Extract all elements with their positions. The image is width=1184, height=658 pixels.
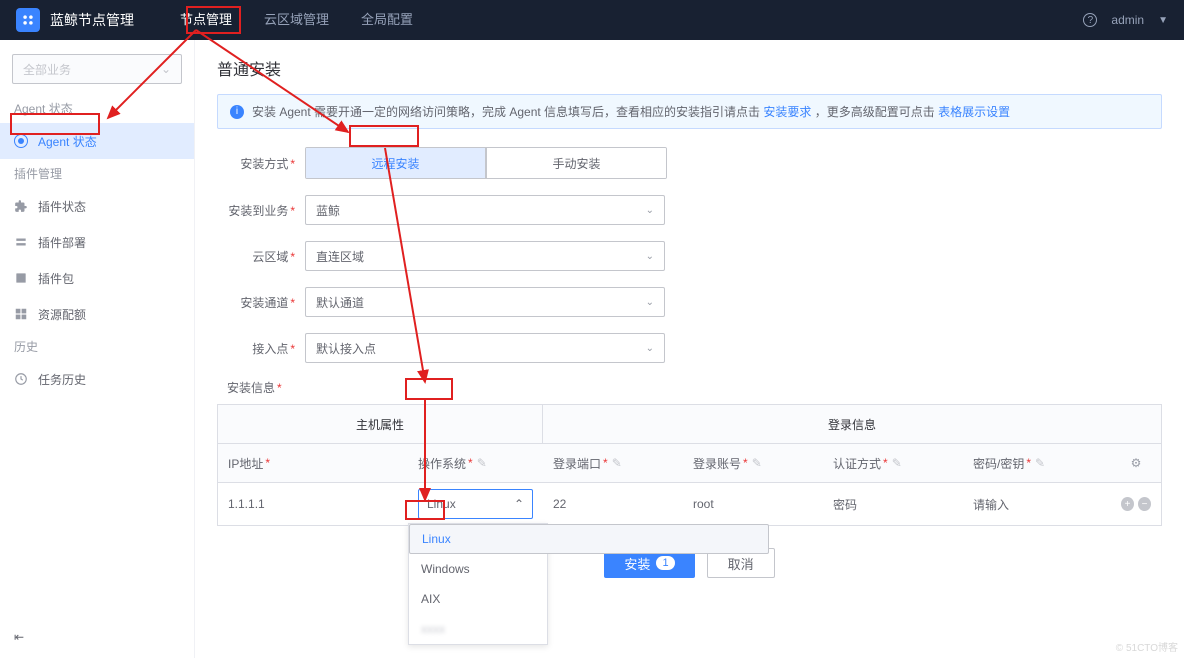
sidebar-item-task-history[interactable]: 任务历史	[0, 361, 194, 397]
puzzle-icon	[14, 199, 28, 213]
user-area: ? admin ▼	[1083, 13, 1168, 27]
os-option-hidden[interactable]: xxxx	[409, 614, 547, 644]
col-os: 操作系统*✎	[408, 444, 543, 482]
cell-auth[interactable]: 密码	[823, 483, 963, 525]
remove-row-icon[interactable]: −	[1138, 497, 1151, 511]
info-icon: i	[230, 105, 244, 119]
col-auth: 认证方式*✎	[823, 444, 963, 482]
gear-icon: ⚙	[1131, 456, 1142, 470]
chevron-down-icon: ⌄	[646, 251, 654, 262]
label-ap: 接入点*	[217, 340, 295, 357]
sidebar-item-label: 任务历史	[38, 371, 86, 388]
app-title: 蓝鲸节点管理	[50, 10, 134, 30]
bulk-edit-icon[interactable]: ✎	[892, 456, 902, 470]
col-settings[interactable]: ⚙	[1111, 444, 1161, 482]
select-ap[interactable]: 默认接入点⌄	[305, 333, 665, 363]
top-nav: 蓝鲸节点管理 节点管理 云区域管理 全局配置 ? admin ▼	[0, 0, 1184, 40]
sidebar-group-plugin: 插件管理	[0, 159, 194, 188]
chevron-up-icon: ⌃	[514, 497, 524, 511]
nav-node-mgmt[interactable]: 节点管理	[164, 0, 248, 40]
os-option-aix[interactable]: AIX	[409, 584, 547, 614]
page-title: 普通安装	[217, 56, 1162, 80]
bulk-edit-icon[interactable]: ✎	[477, 456, 487, 470]
sidebar-item-label: Agent 状态	[38, 133, 97, 150]
sidebar-item-plugin-status[interactable]: 插件状态	[0, 188, 194, 224]
sidebar-item-plugin-package[interactable]: 插件包	[0, 260, 194, 296]
cell-ip[interactable]: 1.1.1.1	[218, 483, 408, 525]
cell-acct[interactable]: root	[683, 483, 823, 525]
sidebar-item-label: 资源配额	[38, 306, 86, 323]
cell-port[interactable]: 22	[543, 483, 683, 525]
sidebar-item-resource-quota[interactable]: 资源配额	[0, 296, 194, 332]
sidebar-group-history: 历史	[0, 332, 194, 361]
sidebar-item-label: 插件部署	[38, 234, 86, 251]
cell-pwd[interactable]: 请输入	[963, 483, 1111, 525]
label-install-info: 安装信息*	[227, 379, 1162, 396]
user-name[interactable]: admin	[1111, 13, 1144, 27]
chevron-down-icon: ⌄	[646, 343, 654, 354]
select-channel[interactable]: 默认通道⌄	[305, 287, 665, 317]
col-group-host: 主机属性	[218, 405, 543, 443]
quota-icon	[14, 307, 28, 321]
os-option-windows[interactable]: Windows	[409, 554, 547, 584]
package-icon	[14, 271, 28, 285]
label-biz: 安装到业务*	[217, 202, 295, 219]
sidebar: 全部业务 ⌄ Agent 状态 Agent 状态 插件管理 插件状态 插件部署 …	[0, 40, 195, 658]
alert-text: 安装 Agent 需要开通一定的网络访问策略，完成 Agent 信息填写后，查看…	[252, 103, 1010, 120]
sidebar-item-agent-status[interactable]: Agent 状态	[0, 123, 194, 159]
os-select[interactable]: Linux⌃	[418, 489, 533, 519]
chevron-down-icon: ⌄	[646, 205, 654, 216]
install-count-badge: 1	[656, 556, 674, 570]
install-method-segment: 远程安装 手动安装	[305, 147, 667, 179]
label-install-method: 安装方式*	[217, 155, 295, 172]
link-install-req[interactable]: 安装要求	[763, 105, 811, 119]
sidebar-item-label: 插件状态	[38, 198, 86, 215]
install-info-table: 主机属性 登录信息 IP地址* 操作系统*✎ 登录端口*✎ 登录账号*✎ 认证方…	[217, 404, 1162, 526]
label-channel: 安装通道*	[217, 294, 295, 311]
sidebar-group-agent: Agent 状态	[0, 94, 194, 123]
deploy-icon	[14, 235, 28, 249]
clock-icon	[14, 372, 28, 386]
nav-global-config[interactable]: 全局配置	[345, 0, 429, 40]
label-cloud: 云区域*	[217, 248, 295, 265]
info-alert: i 安装 Agent 需要开通一定的网络访问策略，完成 Agent 信息填写后，…	[217, 94, 1162, 129]
col-ip: IP地址*	[218, 444, 408, 482]
biz-placeholder: 全部业务	[23, 61, 71, 78]
os-option-linux[interactable]: Linux	[409, 524, 769, 554]
col-group-login: 登录信息	[543, 405, 1161, 443]
chevron-down-icon: ⌄	[161, 62, 171, 76]
add-row-icon[interactable]: +	[1121, 497, 1134, 511]
help-icon[interactable]: ?	[1083, 13, 1097, 27]
cell-os: Linux⌃ Linux Windows AIX xxxx	[408, 483, 543, 525]
seg-manual-install[interactable]: 手动安装	[486, 148, 666, 178]
watermark: © 51CTO博客	[1116, 639, 1178, 654]
sidebar-item-label: 插件包	[38, 270, 74, 287]
link-table-settings[interactable]: 表格展示设置	[938, 105, 1010, 119]
table-row: 1.1.1.1 Linux⌃ Linux Windows AIX xxxx 22…	[218, 483, 1161, 525]
col-port: 登录端口*✎	[543, 444, 683, 482]
biz-selector[interactable]: 全部业务 ⌄	[12, 54, 182, 84]
bulk-edit-icon[interactable]: ✎	[752, 456, 762, 470]
nav-cloud-area[interactable]: 云区域管理	[248, 0, 345, 40]
cell-actions: + −	[1111, 483, 1161, 525]
col-pwd: 密码/密钥*✎	[963, 444, 1111, 482]
bulk-edit-icon[interactable]: ✎	[612, 456, 622, 470]
chevron-down-icon: ⌄	[646, 297, 654, 308]
chevron-down-icon[interactable]: ▼	[1158, 15, 1168, 26]
bulk-edit-icon[interactable]: ✎	[1035, 456, 1045, 470]
radio-on-icon	[14, 134, 28, 148]
seg-remote-install[interactable]: 远程安装	[306, 148, 486, 178]
select-biz[interactable]: 蓝鲸⌄	[305, 195, 665, 225]
select-cloud[interactable]: 直连区域⌄	[305, 241, 665, 271]
collapse-sidebar-icon[interactable]: ⇤	[0, 616, 194, 658]
main-content: 普通安装 i 安装 Agent 需要开通一定的网络访问策略，完成 Agent 信…	[195, 40, 1184, 658]
col-acct: 登录账号*✎	[683, 444, 823, 482]
os-dropdown: Linux Windows AIX xxxx	[408, 523, 548, 645]
app-logo	[16, 8, 40, 32]
sidebar-item-plugin-deploy[interactable]: 插件部署	[0, 224, 194, 260]
